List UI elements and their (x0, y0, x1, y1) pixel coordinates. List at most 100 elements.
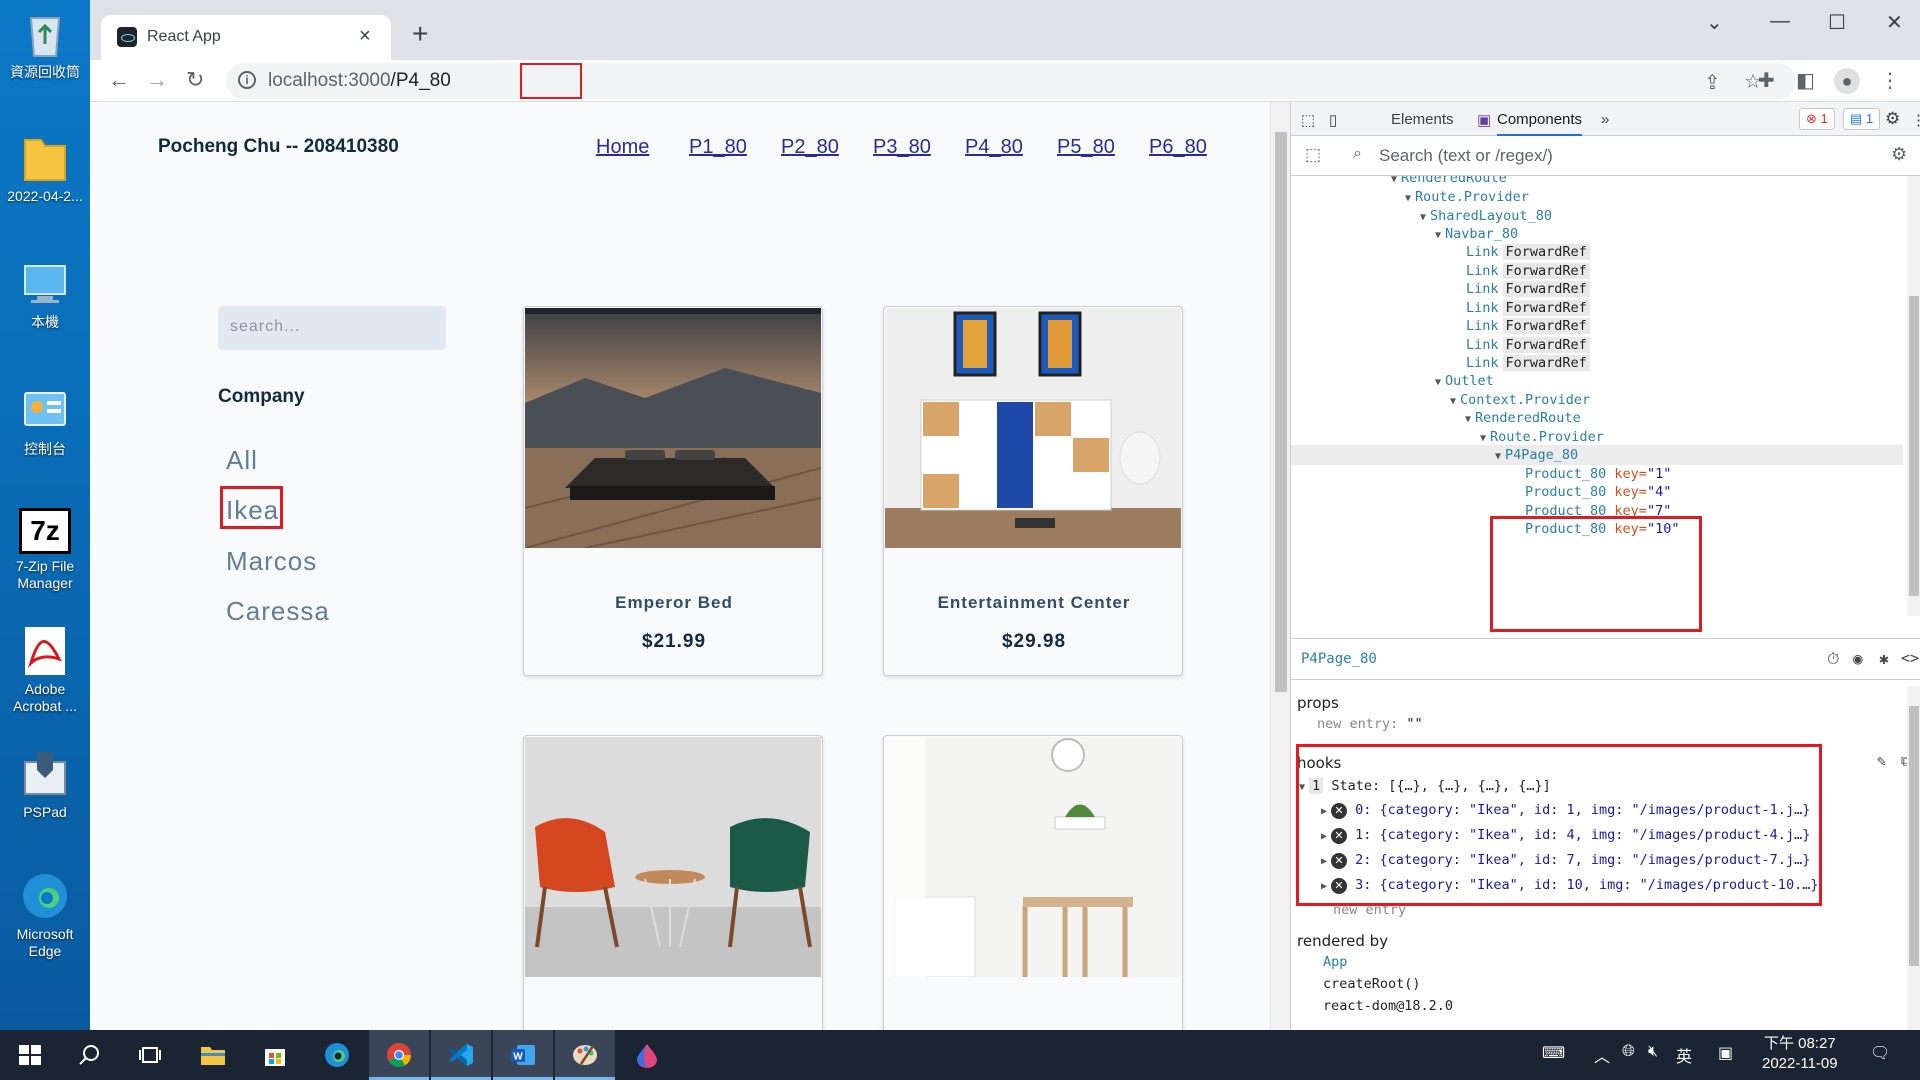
site-info-icon[interactable]: i (238, 71, 256, 89)
search-button[interactable] (60, 1030, 120, 1080)
network-globe-icon[interactable]: 🌐︎ (1622, 1043, 1635, 1061)
view-source-icon[interactable]: <> (1901, 649, 1919, 667)
debug-bug-icon[interactable]: ✱ (1879, 649, 1889, 668)
taskbar-file-explorer[interactable] (183, 1030, 243, 1080)
product-card[interactable]: Emperor Bed $21.99 (523, 306, 823, 676)
category-all[interactable]: All (226, 445, 258, 476)
notification-icon[interactable]: 🗨︎ (1870, 1043, 1890, 1063)
taskbar-word[interactable]: W (493, 1030, 553, 1080)
desktop-icon-folder[interactable]: 2022-04-2... (0, 132, 90, 205)
suspend-timer-icon[interactable]: ⏱ (1827, 649, 1839, 669)
browser-tab[interactable]: React App × (101, 15, 391, 60)
nav-link-home[interactable]: Home (596, 136, 649, 159)
ime-pad-icon[interactable]: ▣ (1718, 1043, 1733, 1063)
category-caressa[interactable]: Caressa (226, 596, 330, 627)
tree-node[interactable]: ▼ Context.Provider (1450, 390, 1590, 410)
extensions-icon[interactable]: ✚ (1758, 68, 1775, 93)
taskbar-paint[interactable] (555, 1030, 615, 1080)
forward-arrow-icon[interactable]: → (146, 67, 168, 93)
search-input[interactable]: search... (218, 306, 446, 350)
component-settings-gear-icon[interactable]: ⚙ (1891, 144, 1907, 165)
tree-node[interactable]: Product_80 key="4" (1525, 482, 1671, 502)
taskbar-vscode[interactable] (431, 1030, 491, 1080)
chrome-menu-icon[interactable]: ⋮ (1880, 68, 1900, 93)
nav-link-p1[interactable]: P1_80 (689, 136, 747, 159)
component-search-input[interactable]: Search (text or /regex/) (1379, 146, 1553, 166)
share-icon[interactable]: ⇪ (1704, 70, 1721, 95)
tree-node[interactable]: Link ForwardRef (1466, 316, 1590, 336)
task-view-button[interactable] (120, 1030, 180, 1080)
tree-node[interactable]: Link ForwardRef (1466, 261, 1590, 281)
rendered-by-app[interactable]: App (1323, 954, 1347, 970)
tab-search-chevron-icon[interactable]: ⌄ (1706, 10, 1723, 35)
tree-node[interactable]: Link ForwardRef (1466, 279, 1590, 299)
settings-gear-icon[interactable]: ⚙ (1885, 109, 1900, 129)
page-scrollbar-thumb[interactable] (1275, 132, 1287, 692)
tree-node[interactable]: Link ForwardRef (1466, 353, 1590, 373)
details-scrollbar-thumb[interactable] (1909, 706, 1919, 966)
tree-node[interactable]: Link ForwardRef (1466, 335, 1590, 355)
select-component-icon[interactable]: ⬚ (1305, 145, 1321, 165)
tree-node-selected[interactable]: ▼ P4Page_80 (1291, 445, 1903, 465)
nav-link-p3[interactable]: P3_80 (873, 136, 931, 159)
new-tab-button[interactable]: + (412, 18, 428, 50)
nav-link-p5[interactable]: P5_80 (1057, 136, 1115, 159)
nav-link-p2[interactable]: P2_80 (781, 136, 839, 159)
tab-elements[interactable]: Elements (1391, 111, 1454, 128)
tab-close-icon[interactable]: × (359, 25, 371, 48)
reload-icon[interactable]: ↻ (186, 67, 204, 93)
tree-node[interactable]: ▼ Route.Provider (1480, 427, 1604, 447)
nav-link-p6[interactable]: P6_80 (1149, 136, 1207, 159)
desktop-icon-control-panel[interactable]: 控制台 (0, 385, 90, 458)
tree-node[interactable]: Link ForwardRef (1466, 242, 1590, 262)
desktop-icon-pspad[interactable]: PSPad (0, 748, 90, 821)
side-panel-icon[interactable]: ◧ (1796, 68, 1815, 93)
taskbar-paint3d[interactable] (617, 1030, 677, 1080)
keyboard-tray-icon[interactable]: ⌨ (1542, 1043, 1565, 1063)
start-button[interactable] (0, 1030, 60, 1080)
tab-components[interactable]: Components (1497, 111, 1583, 136)
message-count-badge[interactable]: ▤ 1 (1843, 108, 1881, 130)
category-marcos[interactable]: Marcos (226, 546, 317, 577)
address-bar[interactable]: i localhost:3000/P4_80 ⇪ ☆ (226, 63, 1796, 99)
tree-node[interactable]: Link ForwardRef (1466, 298, 1590, 318)
tree-node[interactable]: ▼ Navbar_80 (1435, 224, 1518, 244)
product-card[interactable]: Entertainment Center $29.98 (883, 306, 1183, 676)
more-tabs-icon[interactable]: » (1601, 111, 1609, 128)
details-scrollbar[interactable] (1907, 686, 1920, 1030)
product-card[interactable] (523, 735, 823, 1030)
tray-chevron-icon[interactable]: ︿ (1594, 1043, 1610, 1067)
ime-mode[interactable]: 英 (1676, 1043, 1692, 1067)
desktop-icon-edge[interactable]: Microsoft Edge (0, 870, 90, 960)
tree-scrollbar-thumb[interactable] (1909, 296, 1919, 596)
tree-node[interactable]: Product_80 key="1" (1525, 464, 1671, 484)
tree-scrollbar[interactable] (1907, 176, 1920, 616)
taskbar-edge[interactable] (307, 1030, 367, 1080)
taskbar-store[interactable] (245, 1030, 305, 1080)
desktop-icon-this-pc[interactable]: 本機 (0, 258, 90, 331)
desktop-icon-acrobat[interactable]: Adobe Acrobat ... (0, 625, 90, 715)
volume-muted-icon[interactable]: 🔇︎ (1648, 1043, 1658, 1061)
page-scrollbar[interactable] (1270, 102, 1290, 1030)
system-clock[interactable]: 下午 08:27 2022-11-09 (1762, 1034, 1838, 1074)
tree-node[interactable]: ▼ SharedLayout_80 (1420, 206, 1552, 226)
taskbar-chrome[interactable] (369, 1030, 429, 1080)
inspect-eye-icon[interactable]: ◉ (1853, 649, 1863, 668)
minimize-button[interactable]: — (1770, 10, 1790, 33)
desktop-icon-7zip[interactable]: 7z 7-Zip File Manager (0, 508, 90, 592)
inspect-element-icon[interactable]: ⬚ (1301, 111, 1315, 129)
error-count-badge[interactable]: ⊗ 1 (1799, 108, 1835, 130)
tree-node[interactable]: ▼ Outlet (1435, 371, 1494, 391)
magic-wand-icon[interactable]: ✎ (1877, 752, 1886, 770)
maximize-button[interactable]: ☐ (1828, 10, 1846, 35)
back-arrow-icon[interactable]: ← (108, 67, 130, 93)
tree-node[interactable]: ▼ Route.Provider (1405, 187, 1529, 207)
product-card[interactable] (883, 735, 1183, 1030)
desktop-icon-recycle-bin[interactable]: 資源回收筒 (0, 8, 90, 81)
device-toolbar-icon[interactable]: ▯ (1329, 111, 1337, 129)
nav-link-p4[interactable]: P4_80 (965, 136, 1023, 159)
close-window-button[interactable]: ✕ (1886, 10, 1903, 35)
props-new-entry[interactable]: new entry: "" (1317, 716, 1423, 732)
devtools-menu-icon[interactable]: ⋮ (1911, 111, 1920, 129)
tree-node[interactable]: ▼ RenderedRoute (1465, 408, 1581, 428)
